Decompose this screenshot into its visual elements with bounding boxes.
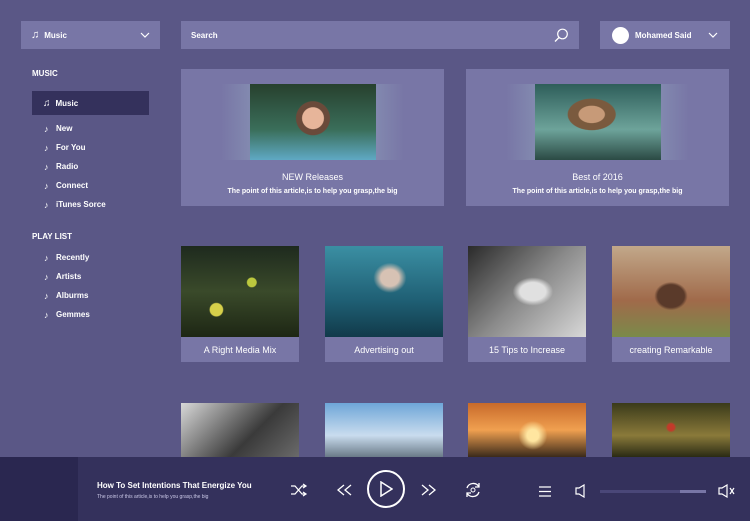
sidebar-item-for-you[interactable]: ♪ For You xyxy=(44,138,106,157)
music-note-icon: ♪ xyxy=(44,180,49,191)
music-note-icon: ♫ xyxy=(43,97,51,109)
sidebar-item-label: Connect xyxy=(56,181,88,190)
sidebar-item-recently[interactable]: ♪ Recently xyxy=(44,248,90,267)
sidebar-item-connect[interactable]: ♪ Connect xyxy=(44,176,106,195)
sidebar-heading-playlist: PLAY LIST xyxy=(32,232,73,241)
sidebar-heading-music: MUSIC xyxy=(32,69,58,78)
track-title: How To Set Intentions That Energize You xyxy=(97,481,252,490)
sidebar-item-alburms[interactable]: ♪ Alburms xyxy=(44,286,90,305)
sidebar-item-gemmes[interactable]: ♪ Gemmes xyxy=(44,305,90,324)
feature-subtitle: The point of this article,is to help you… xyxy=(227,188,398,195)
music-dropdown[interactable]: ♫ Music xyxy=(21,21,160,49)
music-note-icon: ♪ xyxy=(44,252,49,263)
now-playing-cover xyxy=(0,457,78,521)
music-note-icon: ♪ xyxy=(44,199,49,210)
music-note-icon: ♪ xyxy=(44,161,49,172)
music-note-icon: ♫ xyxy=(31,29,40,41)
sidebar-item-label: For You xyxy=(56,143,86,152)
volume-slider-fill xyxy=(600,490,680,493)
sidebar-item-radio[interactable]: ♪ Radio xyxy=(44,157,106,176)
sidebar-item-music[interactable]: ♫ Music xyxy=(32,91,149,115)
fast-forward-icon[interactable] xyxy=(419,481,439,499)
sidebar-playlist-list: ♪ Recently ♪ Artists ♪ Alburms ♪ Gemmes xyxy=(44,248,90,324)
sidebar-item-label: Artists xyxy=(56,272,82,281)
album-tile[interactable]: Advertising out xyxy=(325,246,443,362)
sidebar-item-artists[interactable]: ♪ Artists xyxy=(44,267,90,286)
sidebar-item-label: Gemmes xyxy=(56,310,90,319)
album-caption: A Right Media Mix xyxy=(181,337,299,362)
album-cover[interactable] xyxy=(181,403,299,457)
user-menu[interactable]: Mohamed Said xyxy=(600,21,730,49)
album-cover xyxy=(181,246,299,337)
music-note-icon: ♪ xyxy=(44,142,49,153)
sidebar-item-label: Recently xyxy=(56,253,90,262)
album-cover xyxy=(468,246,586,337)
music-dropdown-label: Music xyxy=(44,30,67,40)
album-tile[interactable]: 15 Tips to Increase xyxy=(468,246,586,362)
feature-title: Best of 2016 xyxy=(572,172,623,182)
sidebar-item-label: New xyxy=(56,124,73,133)
user-name: Mohamed Said xyxy=(635,30,692,40)
album-caption: creating Remarkable xyxy=(612,337,730,362)
music-note-icon: ♪ xyxy=(44,271,49,282)
search-bar[interactable] xyxy=(181,21,579,49)
play-icon xyxy=(380,481,393,497)
music-note-icon: ♪ xyxy=(44,290,49,301)
feature-card-new-releases[interactable]: NEW Releases The point of this article,i… xyxy=(181,69,444,206)
chevron-down-icon xyxy=(708,32,718,38)
album-caption: Advertising out xyxy=(325,337,443,362)
shuffle-icon[interactable] xyxy=(289,481,309,499)
album-cover xyxy=(325,246,443,337)
sidebar-item-label: iTunes Sorce xyxy=(56,200,106,209)
album-cover xyxy=(612,246,730,337)
sidebar-item-new[interactable]: ♪ New xyxy=(44,119,106,138)
sidebar-item-label: Music xyxy=(55,98,79,108)
volume-slider[interactable] xyxy=(600,490,706,493)
feature-title: NEW Releases xyxy=(281,172,344,182)
feature-subtitle: The point of this article,is to help you… xyxy=(512,188,683,195)
volume-low-icon[interactable] xyxy=(573,483,589,499)
rewind-icon[interactable] xyxy=(334,481,354,499)
repeat-icon[interactable] xyxy=(462,479,484,501)
menu-icon[interactable] xyxy=(537,484,553,498)
sidebar-item-label: Alburms xyxy=(56,291,89,300)
album-caption: 15 Tips to Increase xyxy=(468,337,586,362)
music-note-icon: ♪ xyxy=(44,309,49,320)
play-button[interactable] xyxy=(367,470,405,508)
album-tile[interactable]: creating Remarkable xyxy=(612,246,730,362)
avatar xyxy=(612,26,629,44)
music-note-icon: ♪ xyxy=(44,123,49,134)
search-icon[interactable] xyxy=(554,28,569,43)
sidebar-item-label: Radio xyxy=(56,162,79,171)
album-tile[interactable]: A Right Media Mix xyxy=(181,246,299,362)
feature-image xyxy=(250,84,376,160)
album-cover[interactable] xyxy=(468,403,586,457)
track-subtitle: The point of this article,is to help you… xyxy=(97,494,209,500)
album-cover[interactable] xyxy=(325,403,443,457)
search-input[interactable] xyxy=(191,30,554,40)
album-cover[interactable] xyxy=(612,403,730,457)
sidebar-music-list: ♪ New ♪ For You ♪ Radio ♪ Connect ♪ iTunes So… xyxy=(44,119,106,214)
feature-card-best-of-2016[interactable]: Best of 2016 The point of this article,i… xyxy=(466,69,729,206)
volume-high-icon[interactable] xyxy=(717,483,737,499)
chevron-down-icon xyxy=(140,32,150,38)
sidebar-item-itunes[interactable]: ♪ iTunes Sorce xyxy=(44,195,106,214)
feature-image xyxy=(535,84,661,160)
